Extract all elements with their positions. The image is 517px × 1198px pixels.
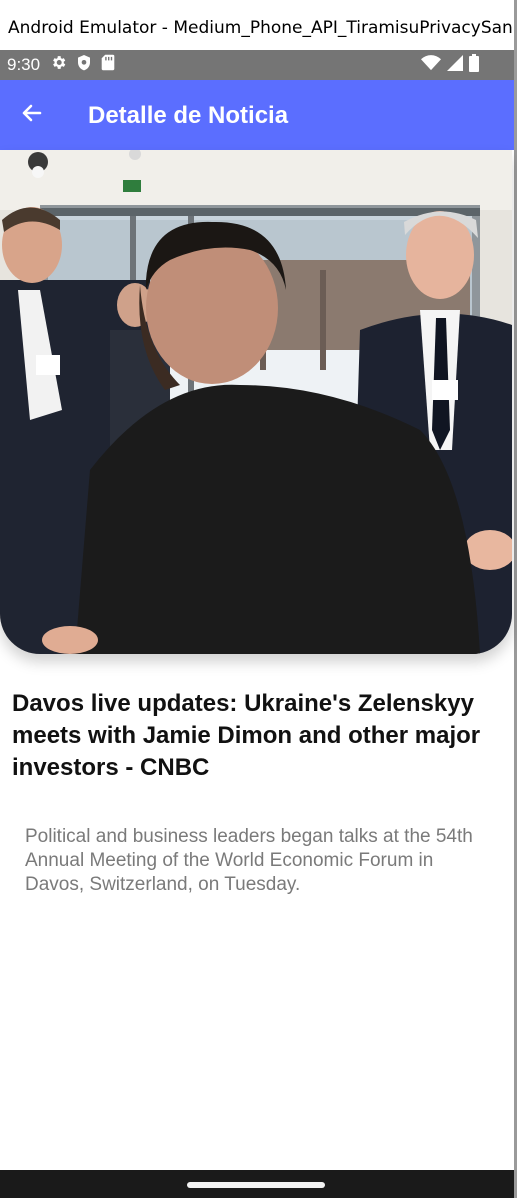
shield-icon [76,54,92,77]
status-icons-left [50,54,115,77]
gear-icon [50,54,67,76]
wifi-icon [421,54,441,76]
app-bar-title: Detalle de Noticia [88,102,289,129]
news-image[interactable] [0,150,512,654]
arrow-left-icon [20,101,44,130]
navigation-bar [0,1170,514,1198]
status-icons-right [421,50,479,80]
signal-icon [447,54,463,76]
article-title: Davos live updates: Ukraine's Zelenskyy … [12,690,481,781]
emulator-title-bar: Android Emulator - Medium_Phone_API_Tira… [0,0,517,50]
status-time: 9:30 [7,55,41,74]
back-button[interactable] [12,95,52,135]
article-description: Political and business leaders began tal… [25,826,473,895]
sd-card-icon [101,54,115,76]
status-bar: 9:30 [0,50,514,80]
home-gesture-handle[interactable] [187,1182,325,1188]
app-bar: Detalle de Noticia [0,80,514,150]
battery-icon [469,53,479,77]
emulator-title: Android Emulator - Medium_Phone_API_Tira… [8,18,513,38]
news-photo [0,150,512,654]
